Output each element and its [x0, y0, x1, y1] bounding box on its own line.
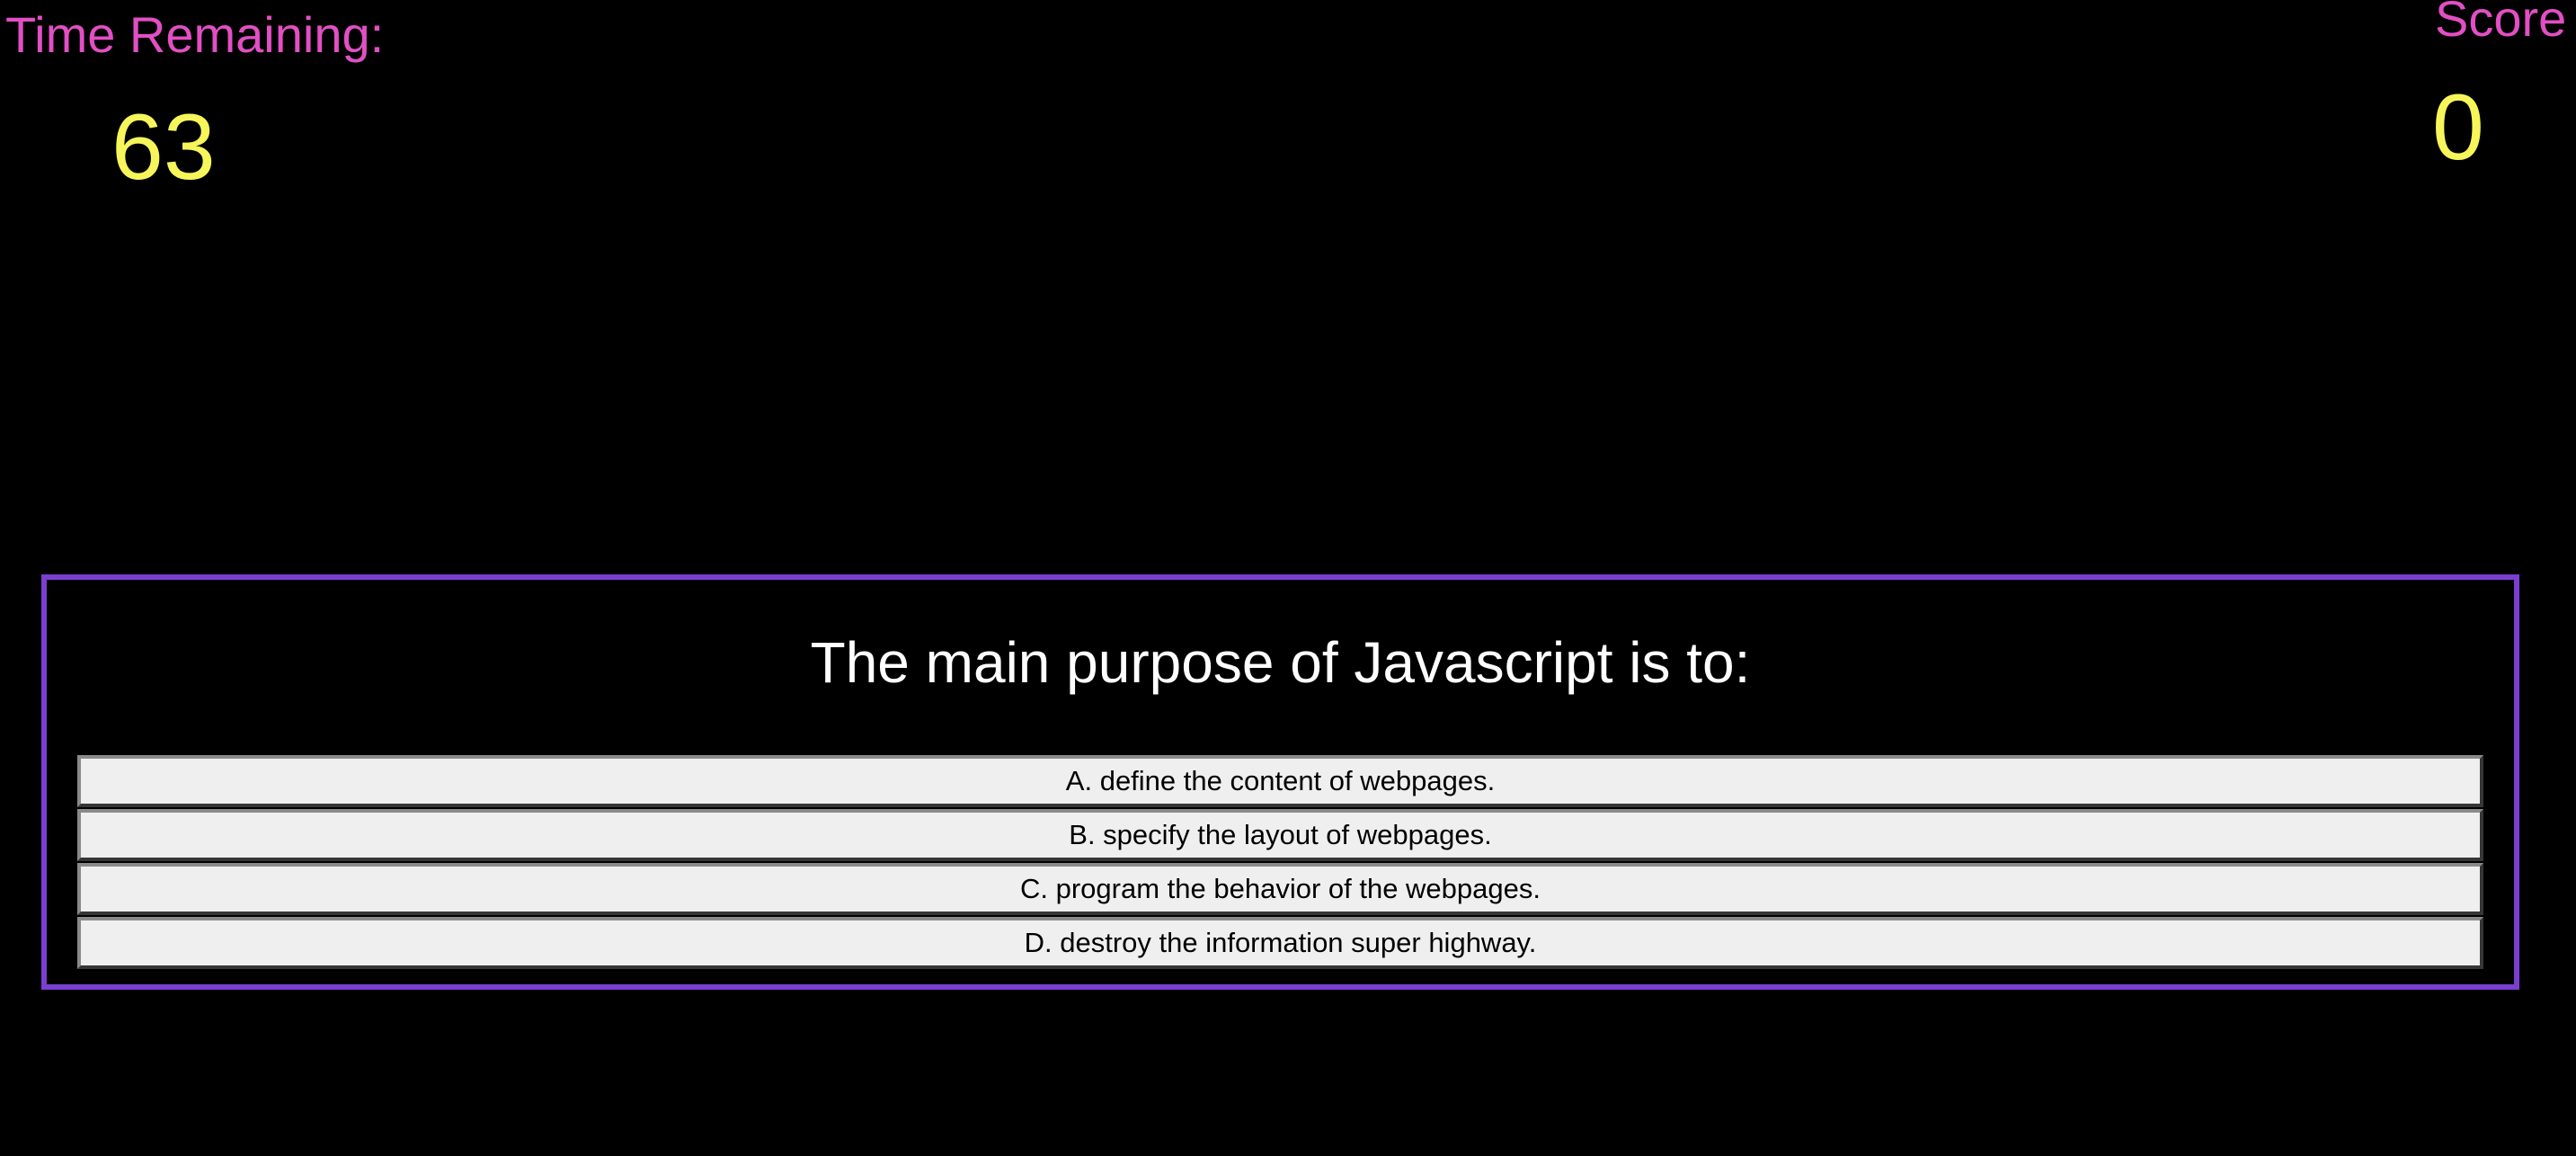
- answer-button-d[interactable]: D. destroy the information super highway…: [77, 917, 2483, 969]
- answer-button-b[interactable]: B. specify the layout of webpages.: [77, 809, 2483, 861]
- answer-choices: A. define the content of webpages. B. sp…: [77, 755, 2483, 971]
- answer-button-c[interactable]: C. program the behavior of the webpages.: [77, 863, 2483, 915]
- question-text: The main purpose of Javascript is to:: [810, 630, 1751, 695]
- score-label: Score: [2435, 0, 2567, 47]
- score-panel: Score 0: [2432, 0, 2576, 180]
- timer-panel: Time Remaining: 63: [5, 0, 401, 200]
- answer-button-a[interactable]: A. define the content of webpages.: [77, 755, 2483, 807]
- score-value: 0: [2432, 76, 2484, 180]
- timer-label: Time Remaining:: [5, 6, 385, 63]
- timer-value: 63: [111, 95, 216, 200]
- question-container: The main purpose of Javascript is to: A.…: [41, 574, 2519, 990]
